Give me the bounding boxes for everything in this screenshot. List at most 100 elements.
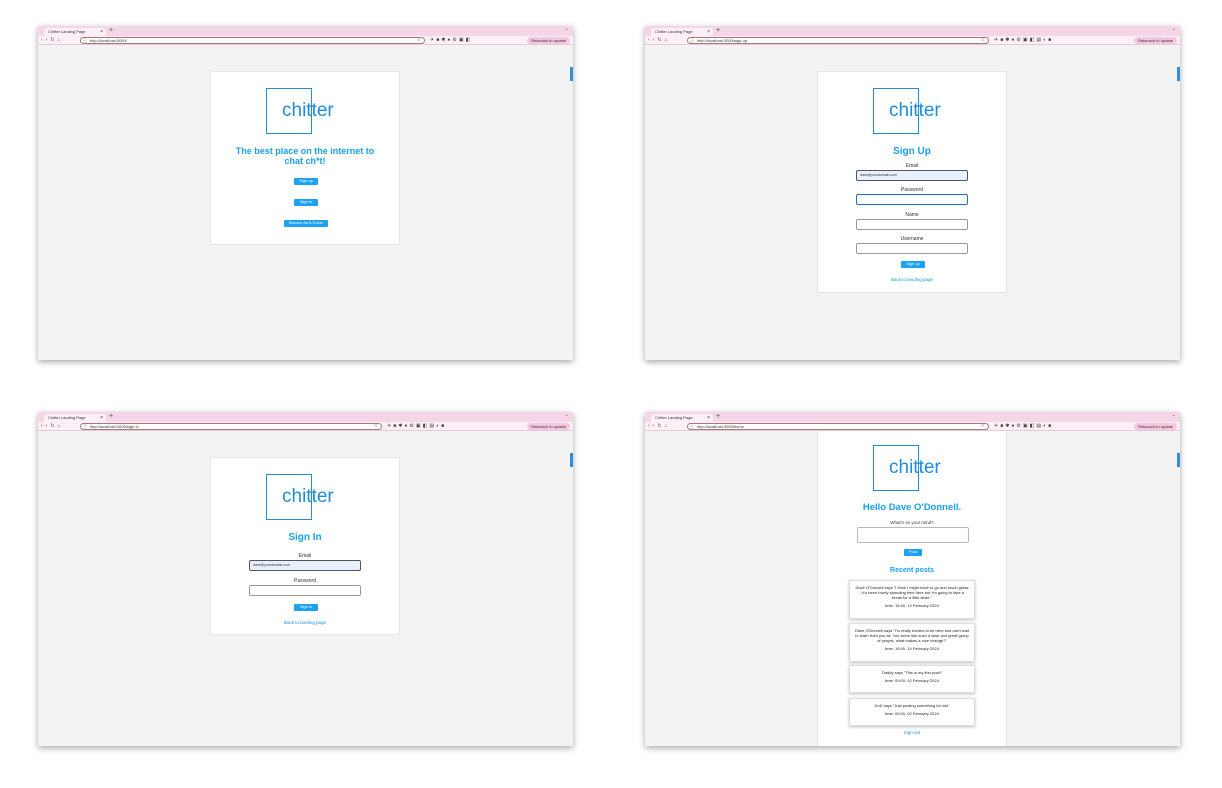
signup-submit-button[interactable]: Sign up — [901, 261, 925, 268]
browser-tab[interactable]: Chitter Landing Page × — [651, 28, 713, 36]
tab-search-icon[interactable]: ⌄ — [565, 412, 569, 418]
password-field[interactable] — [249, 585, 361, 596]
tab-close-icon[interactable]: × — [707, 414, 710, 422]
tab-title: Chitter Landing Page — [655, 29, 693, 34]
back-to-landing-link[interactable]: Back to landing page — [211, 620, 399, 625]
tab-close-icon[interactable]: × — [100, 28, 103, 36]
scrollbar[interactable] — [1177, 453, 1180, 467]
browser-tab[interactable]: Chitter Landing Page × — [44, 414, 106, 422]
landing-headline: The best place on the internet to chat c… — [235, 146, 375, 166]
relaunch-button[interactable]: Relaunch to update — [1134, 37, 1177, 44]
signup-card: chitter Sign Up Email dave@yourdomain.co… — [817, 71, 1007, 293]
page-viewport: chitter Sign Up Email dave@yourdomain.co… — [645, 45, 1180, 360]
scrollbar[interactable] — [570, 67, 573, 81]
post-button[interactable]: Post — [904, 549, 922, 556]
tab-close-icon[interactable]: × — [100, 414, 103, 422]
scrollbar[interactable] — [570, 453, 573, 467]
tab-search-icon[interactable]: ⌄ — [1172, 412, 1176, 418]
post-time: time: 15:40, 14 February 2024 — [885, 646, 939, 651]
post-time: time: 00:00, 02 February 2024 — [885, 711, 939, 716]
username-label: Username — [900, 236, 924, 242]
post-input[interactable] — [857, 527, 969, 543]
new-tab-button[interactable]: + — [716, 413, 720, 420]
name-field[interactable] — [856, 219, 968, 230]
post-text: Dave O'Donnell says "I think I might hav… — [855, 585, 969, 600]
extension-icons[interactable]: ✈■✱●⚙▣◧▤◐■ — [994, 423, 1053, 429]
nav-buttons-icon[interactable]: ‹›↻⌂ — [648, 423, 671, 429]
address-bar[interactable]: ⓘ http://localhost:3000/home ☆ — [687, 423, 989, 430]
tab-close-icon[interactable]: × — [707, 28, 710, 36]
browser-tab[interactable]: Chitter Landing Page × — [651, 414, 713, 422]
password-field[interactable] — [856, 194, 968, 205]
home-card: chitter Hello Dave O'Donnell. What's on … — [817, 431, 1007, 746]
signin-button[interactable]: Sign in — [294, 199, 318, 206]
chitter-logo-text: chitter — [889, 457, 941, 478]
tab-bar: Chitter Landing Page × + ⌄ — [645, 26, 1180, 36]
chitter-logo-text: chitter — [282, 100, 334, 121]
page-title: Sign Up — [893, 146, 931, 157]
new-tab-button[interactable]: + — [109, 413, 113, 420]
password-label: Password — [294, 578, 316, 584]
extension-icons[interactable]: ✈■✱●⚙▣◧▤◐■ — [387, 423, 446, 429]
browser-window-signup: Chitter Landing Page × + ⌄ ‹›↻⌂ ⓘ http://l… — [645, 26, 1180, 360]
email-label: Email — [905, 163, 919, 169]
post-text: Dave O'Donnell says "I'm really excited … — [855, 628, 969, 643]
email-field[interactable]: dave@yourdomain.com — [856, 170, 968, 181]
browser-window-landing: Chitter Landing Page × + ⌄ ‹›↻⌂ ⓘ http://l… — [38, 26, 573, 360]
browser-tab[interactable]: Chitter Landing Page × — [44, 28, 106, 36]
tab-search-icon[interactable]: ⌄ — [1172, 26, 1176, 32]
new-tab-button[interactable]: + — [716, 27, 720, 34]
extension-icons[interactable]: ✈■✱●⚙▣◧▤◐■ — [994, 37, 1053, 43]
star-icon[interactable]: ☆ — [981, 424, 985, 429]
signout-link[interactable]: Sign out — [818, 730, 1006, 735]
browser-window-home: Chitter Landing Page × + ⌄ ‹›↻⌂ ⓘ http://l… — [645, 412, 1180, 746]
info-icon[interactable]: ⓘ — [83, 38, 87, 43]
tab-title: Chitter Landing Page — [655, 415, 693, 420]
new-tab-button[interactable]: + — [109, 27, 113, 34]
info-icon[interactable]: ⓘ — [690, 38, 694, 43]
browse-guest-button[interactable]: Browse As A Guest — [284, 220, 328, 227]
post-card: Dave O'Donnell says "I'm really excited … — [849, 623, 975, 662]
username-field[interactable] — [856, 243, 968, 254]
back-to-landing-link[interactable]: Back to landing page — [818, 277, 1006, 282]
tab-title: Chitter Landing Page — [48, 29, 86, 34]
nav-buttons-icon[interactable]: ‹›↻⌂ — [41, 37, 64, 43]
landing-card: chitter The best place on the internet t… — [210, 71, 400, 245]
post-card: Dave O'Donnell says "I think I might hav… — [849, 580, 975, 619]
info-icon[interactable]: ⓘ — [83, 424, 87, 429]
signup-button[interactable]: Sign up — [294, 178, 318, 185]
password-label: Password — [901, 187, 923, 193]
star-icon[interactable]: ☆ — [374, 424, 378, 429]
post-prompt-label: What's on your mind? — [890, 520, 934, 525]
url-text: http://localhost:3000/sign-up — [697, 38, 748, 43]
tab-bar: Chitter Landing Page × + ⌄ — [38, 26, 573, 36]
greeting-heading: Hello Dave O'Donnell. — [862, 502, 962, 513]
email-field[interactable]: dave@yourdomain.com — [249, 560, 361, 571]
relaunch-button[interactable]: Relaunch to update — [527, 37, 570, 44]
extension-icons[interactable]: ✈■✱●⚙▣◧ — [430, 37, 472, 43]
info-icon[interactable]: ⓘ — [690, 424, 694, 429]
relaunch-button[interactable]: Relaunch to update — [1134, 423, 1177, 430]
page-viewport: chitter Hello Dave O'Donnell. What's on … — [645, 431, 1180, 746]
star-icon[interactable]: ☆ — [417, 38, 421, 43]
tab-search-icon[interactable]: ⌄ — [565, 26, 569, 32]
address-bar[interactable]: ⓘ http://localhost:3000/ ☆ — [80, 37, 425, 44]
star-icon[interactable]: ☆ — [981, 38, 985, 43]
browser-toolbar: ‹›↻⌂ ⓘ http://localhost:3000/home ☆ ✈■✱●⚙▣… — [645, 422, 1180, 431]
nav-buttons-icon[interactable]: ‹›↻⌂ — [41, 423, 64, 429]
relaunch-button[interactable]: Relaunch to update — [527, 423, 570, 430]
browser-toolbar: ‹›↻⌂ ⓘ http://localhost:3000/sign-up ☆ ✈■✱… — [645, 36, 1180, 45]
post-time: time: 15:40, 14 February 2024 — [885, 603, 939, 608]
url-text: http://localhost:3000/home — [697, 424, 744, 429]
page-title: Sign In — [288, 532, 322, 543]
tab-bar: Chitter Landing Page × + ⌄ — [645, 412, 1180, 422]
nav-buttons-icon[interactable]: ‹›↻⌂ — [648, 37, 671, 43]
signin-submit-button[interactable]: Sign in — [294, 604, 318, 611]
page-viewport: chitter Sign In Email dave@yourdomain.co… — [38, 431, 573, 746]
tab-bar: Chitter Landing Page × + ⌄ — [38, 412, 573, 422]
post-text: Daddy says "This is my first post!" — [881, 670, 943, 675]
address-bar[interactable]: ⓘ http://localhost:3000/sign-up ☆ — [687, 37, 989, 44]
address-bar[interactable]: ⓘ http://localhost:3000/sign-in ☆ — [80, 423, 382, 430]
scrollbar[interactable] — [1177, 67, 1180, 81]
post-time: time: 00:00, 02 February 2024 — [885, 678, 939, 683]
